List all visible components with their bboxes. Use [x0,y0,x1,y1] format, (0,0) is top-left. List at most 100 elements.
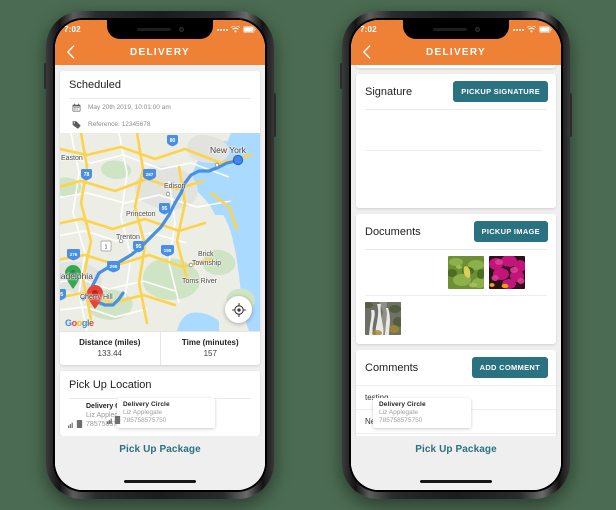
signature-card: Signature PICKUP SIGNATURE [356,74,556,208]
front-camera-icon [474,27,480,32]
stat-distance-value: 133.44 [97,349,122,358]
signal-icon [513,28,524,31]
svg-text:80: 80 [170,138,176,144]
documents-row-1 [365,256,547,289]
scheduled-date-row: May 20th 2019, 10:01:00 am [60,99,260,116]
divider [365,295,547,296]
locate-crosshair-icon [231,302,246,317]
status-time: 7:02 [64,25,81,34]
calendar-icon [72,103,81,112]
phone-block-icon [114,416,121,424]
locate-me-button[interactable] [225,296,252,323]
map-label-easton: Easton [61,155,83,162]
tooltip-icons[interactable] [107,416,121,424]
svg-text:95: 95 [162,206,168,212]
svg-text:78: 78 [84,172,90,178]
pickup-image-button[interactable]: PICKUP IMAGE [473,221,548,242]
route-map[interactable]: 95 1 95 95 [60,133,260,331]
stat-time: Time (minutes) 157 [159,332,261,365]
svg-text:276: 276 [70,252,78,257]
pickup-signature-button[interactable]: PICKUP SIGNATURE [453,81,548,102]
back-button-left[interactable] [62,44,78,60]
map-label-philadelphia: iladelphia [60,271,93,281]
signature-header: Signature PICKUP SIGNATURE [356,74,556,109]
status-indicators [513,26,552,33]
phone-device-right: 7:02 DELIVERY Signature PICKUP SIGNATURE… [340,11,572,499]
battery-icon [243,26,256,33]
svg-text:1: 1 [105,244,108,250]
map-label-toms-river: Toms River [182,278,218,285]
map-label-cherry-hill: Cherry Hill [80,294,113,301]
tooltip-contact: Liz Applegate [123,409,163,416]
contact-tooltip-right: Delivery Circle Liz Applegate 7857585757… [373,398,471,428]
stat-time-value: 157 [203,349,217,358]
front-camera-icon [178,27,184,32]
svg-text:95: 95 [136,244,142,250]
nav-bar-left: DELIVERY [55,39,265,65]
home-indicator-left[interactable] [124,479,196,483]
contact-tooltip-left: Delivery Circle Liz Applegate 7857585757… [107,398,215,428]
signature-pad[interactable] [356,150,556,208]
pickup-location-title: Pick Up Location [69,379,152,391]
map-label-brick: Brick [198,251,214,258]
document-thumbnail-pink-flowers[interactable] [489,256,525,289]
phone-block-icon [76,420,83,428]
stat-distance-label: Distance (miles) [79,338,141,347]
screenshot-stage: 7:02 DELIVERY Scheduled May 20th 2019, 1… [0,0,616,510]
document-thumbnail-waterfall[interactable] [365,302,401,335]
signature-title: Signature [365,85,413,98]
signature-line [365,150,542,151]
chevron-left-icon [362,45,370,59]
map-label-trenton: Trenton [116,234,140,241]
map-label-princeton: Princeton [126,211,156,218]
page-title-left: DELIVERY [129,46,191,58]
documents-card: Documents PICKUP IMAGE [356,214,556,344]
status-time: 7:02 [360,25,377,34]
add-comment-button[interactable]: ADD COMMENT [471,357,548,378]
wifi-icon [527,26,536,33]
page-title-right: DELIVERY [425,46,487,58]
tooltip-name: Delivery Circle [123,401,170,408]
scheduled-reference-row: Reference: 12345678 [60,116,260,133]
wifi-icon [231,26,240,33]
stat-distance: Distance (miles) 133.44 [60,332,160,365]
tooltip-phone: 785758575750 [379,417,423,424]
back-button-right[interactable] [358,44,374,60]
tooltip-contact: Liz Applegate [379,409,419,416]
signal-bars-icon [68,422,73,428]
battery-icon [539,26,552,33]
pick-up-package-button-right[interactable]: Pick Up Package [415,444,497,490]
scheduled-card: Scheduled May 20th 2019, 10:01:00 am Ref… [60,71,260,365]
map-label-edison: Edison [164,183,186,190]
blue-dot [232,154,244,166]
earpiece-speaker-icon [432,27,467,32]
documents-title: Documents [365,225,421,238]
chevron-left-icon [66,45,74,59]
stat-time-label: Time (minutes) [181,338,239,347]
divider [365,109,547,110]
route-stats: Distance (miles) 133.44 Time (minutes) 1… [60,331,260,365]
status-indicators [217,26,256,33]
pick-up-package-button-left[interactable]: Pick Up Package [119,444,201,490]
phone-screen-left: 7:02 DELIVERY Scheduled May 20th 2019, 1… [55,20,265,490]
map-label-township: Township [192,260,222,267]
phone-bezel-right: 7:02 DELIVERY Signature PICKUP SIGNATURE… [349,18,563,492]
svg-text:295: 295 [110,264,118,269]
signal-bars-icon [107,418,112,424]
notch-right [403,20,509,39]
phone-device-left: 7:02 DELIVERY Scheduled May 20th 2019, 1… [44,11,276,499]
svg-text:95: 95 [60,292,63,298]
phone-bezel-left: 7:02 DELIVERY Scheduled May 20th 2019, 1… [53,18,267,492]
google-logo: Google [65,318,94,328]
tag-icon [72,120,81,129]
pickup-action-icons[interactable] [68,420,83,428]
home-indicator-right[interactable] [420,479,492,483]
notch-left [107,20,213,39]
documents-body [356,250,556,344]
comments-header: Comments ADD COMMENT [356,350,556,385]
comments-title: Comments [365,361,419,374]
phone-screen-right: 7:02 DELIVERY Signature PICKUP SIGNATURE… [351,20,561,490]
document-thumbnail-green-leaves[interactable] [448,256,484,289]
scheduled-date: May 20th 2019, 10:01:00 am [88,104,171,111]
documents-row-2 [365,302,547,335]
